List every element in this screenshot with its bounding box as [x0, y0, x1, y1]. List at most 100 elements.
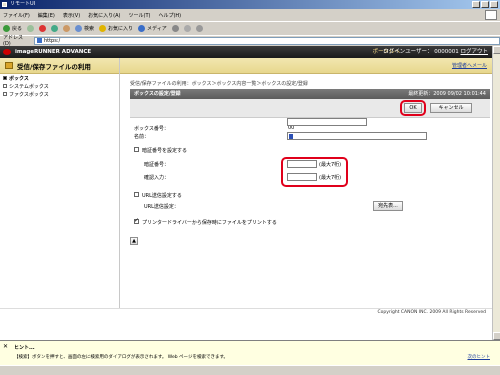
menu-help[interactable]: ヘルプ(H) — [158, 12, 181, 19]
forward-arrow-icon — [27, 24, 35, 32]
sidebar: 受信/保存ファイルの利用 ボックス システムボックス ファクスボックス — [0, 58, 120, 308]
name-label: 名前： — [134, 134, 150, 140]
home-icon — [63, 24, 71, 32]
mail-icon — [183, 24, 191, 32]
history-button[interactable] — [171, 24, 179, 32]
login-user: ログインユーザー： 0000001 — [383, 49, 459, 55]
up-arrow-icon: ▲ — [132, 238, 136, 244]
minimize-button[interactable] — [472, 1, 480, 8]
ie-app-icon — [2, 2, 7, 7]
panel-header: ボックスの設定/登録 最終更新：2009 09/02 10:01:44 — [130, 89, 490, 99]
media-button[interactable]: メディア — [138, 24, 167, 32]
hint-title: ヒント... — [14, 345, 35, 351]
pin-set-checkbox[interactable] — [134, 147, 139, 152]
folder-icon — [5, 62, 13, 69]
back-button[interactable]: 戻る — [3, 24, 22, 32]
menu-bar: ファイル(F) 編集(E) 表示(V) お気に入り(A) ツール(T) ヘルプ(… — [0, 10, 500, 20]
bullet-icon — [3, 76, 7, 80]
url-send-checkbox[interactable] — [134, 192, 139, 197]
bullet-icon — [3, 84, 7, 88]
pin-input[interactable] — [287, 160, 317, 168]
search-button[interactable]: 検索 — [75, 24, 94, 32]
mail-button[interactable] — [183, 24, 191, 32]
logout-link[interactable]: ログアウト — [460, 49, 488, 55]
windows-logo-icon — [485, 10, 497, 20]
favorites-button[interactable]: お気に入り — [99, 24, 133, 32]
browser-toolbar: 戻る 検索 お気に入り メディア — [0, 21, 500, 34]
copyright: Copyright CANON INC. 2009 All Rights Res… — [0, 308, 492, 316]
pin-confirm-input[interactable] — [287, 173, 317, 181]
next-hint-link[interactable]: 次のヒント — [468, 354, 491, 360]
page-viewport: imageRUNNER ADVANCE ポータルへ ログインユーザー： 0000… — [0, 46, 492, 340]
scroll-down-button[interactable] — [493, 332, 500, 340]
text-cursor — [289, 134, 293, 139]
hint-text: 【検索】ボタンを押すと、画面の左に検索用のダイアログが表示されます。 Web ペ… — [14, 355, 228, 360]
home-button[interactable] — [63, 24, 71, 32]
history-icon — [171, 24, 179, 32]
print-button[interactable] — [195, 24, 203, 32]
cancel-button[interactable]: キャンセル — [430, 103, 472, 113]
settings-panel: ボックスの設定/登録 最終更新：2009 09/02 10:01:44 OK キ… — [130, 89, 490, 245]
menu-favorites[interactable]: お気に入り(A) — [88, 12, 120, 19]
pin-label: 暗証番号： — [144, 162, 170, 168]
page-top-button[interactable]: ▲ — [130, 237, 138, 245]
close-button[interactable] — [490, 1, 498, 8]
bullet-icon — [3, 92, 7, 96]
window-title: リモートUI — [10, 1, 36, 7]
user-status: ログインユーザー： 0000001 ログアウト — [383, 46, 488, 58]
address-input[interactable]: https:/ — [33, 36, 500, 45]
menu-edit[interactable]: 編集(E) — [38, 12, 55, 19]
pin-confirm-label: 確認入力： — [144, 175, 170, 181]
menu-file[interactable]: ファイル(F) — [3, 12, 30, 19]
button-row: OK キャンセル — [130, 99, 490, 118]
admin-mail-link[interactable]: 管理者へメール — [452, 62, 487, 69]
pin-set-label: 暗証番号を設定する — [142, 148, 188, 154]
sidebar-header: 受信/保存ファイルの利用 — [0, 58, 119, 74]
print-on-save-checkbox[interactable] — [134, 217, 139, 224]
search-icon — [75, 24, 83, 32]
print-on-save-label: プリンタードライバーから保存時にファイルをプリントする — [142, 220, 277, 226]
print-icon — [195, 24, 203, 32]
last-updated: 最終更新：2009 09/02 10:01:44 — [408, 91, 486, 97]
scroll-up-button[interactable] — [493, 46, 500, 54]
main-content: 受信/保存ファイルの利用：ボックス＞ボックス内容一覧＞ボックスの設定/登録 ボッ… — [120, 74, 492, 308]
refresh-icon — [51, 24, 59, 32]
window-title-bar: リモートUI — [0, 0, 500, 9]
breadcrumb: 受信/保存ファイルの利用：ボックス＞ボックス内容一覧＞ボックスの設定/登録 — [130, 81, 308, 87]
address-bar: アドレス(D) https:/ — [0, 35, 500, 47]
stop-button[interactable] — [39, 24, 47, 32]
sidebar-item-system-box[interactable]: システムボックス — [0, 82, 119, 90]
pin-max-note: (最大7桁) — [319, 162, 342, 168]
maximize-button[interactable] — [481, 1, 489, 8]
app-header: imageRUNNER ADVANCE ポータルへ ログインユーザー： 0000… — [0, 46, 492, 58]
url-dest-label: URL送信設定： — [144, 204, 179, 210]
page-icon — [36, 38, 42, 43]
box-number-label: ボックス番号： — [134, 126, 169, 132]
pin-confirm-max-note: (最大7桁) — [319, 175, 342, 181]
url-dest-input[interactable] — [287, 118, 367, 126]
address-book-button[interactable]: 宛先表... — [373, 201, 403, 211]
sidebar-title: 受信/保存ファイルの利用 — [17, 62, 91, 71]
menu-tools[interactable]: ツール(T) — [129, 12, 151, 19]
close-icon[interactable]: ✕ — [3, 343, 8, 350]
name-input[interactable] — [287, 132, 427, 140]
canon-logo-icon — [3, 49, 11, 55]
vertical-scrollbar[interactable] — [492, 46, 500, 340]
content-header-band: 管理者へメール — [120, 58, 492, 74]
star-icon — [99, 24, 107, 32]
panel-title: ボックスの設定/登録 — [134, 91, 181, 97]
hint-bar: ✕ ヒント... 【検索】ボタンを押すと、画面の左に検索用のダイアログが表示され… — [0, 340, 500, 365]
media-icon — [138, 24, 146, 32]
back-arrow-icon — [3, 24, 10, 32]
product-name: imageRUNNER ADVANCE — [15, 49, 92, 55]
status-bar — [0, 365, 500, 375]
refresh-button[interactable] — [51, 24, 59, 32]
sidebar-item-fax-box[interactable]: ファクスボックス — [0, 90, 119, 98]
menu-view[interactable]: 表示(V) — [63, 12, 80, 19]
address-url: https:/ — [43, 37, 61, 44]
stop-icon — [39, 24, 47, 32]
ok-button[interactable]: OK — [404, 103, 422, 113]
url-send-label: URL送信設定する — [142, 193, 182, 199]
sidebar-item-box[interactable]: ボックス — [0, 74, 119, 82]
forward-button[interactable] — [27, 24, 35, 32]
